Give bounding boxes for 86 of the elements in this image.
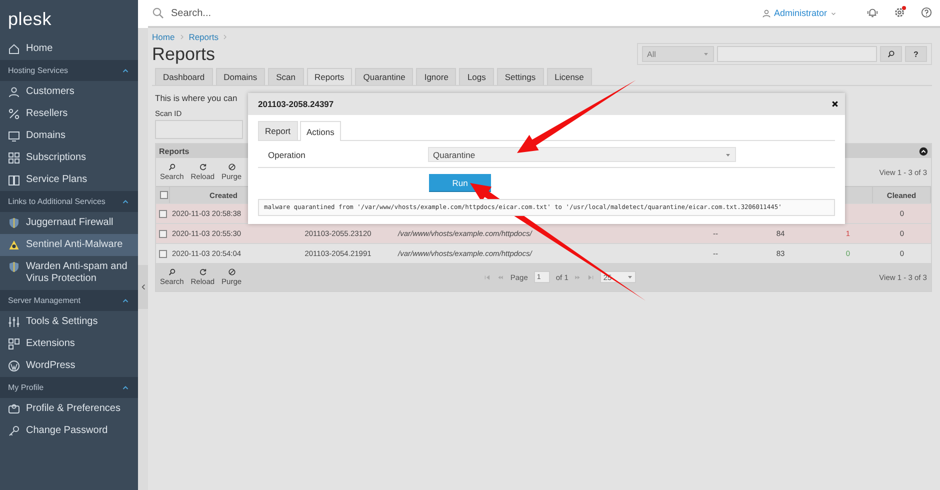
section-heading: My Profile	[8, 383, 44, 392]
section-heading: Hosting Services	[8, 66, 68, 75]
shield-icon	[8, 217, 20, 229]
input-field[interactable]	[155, 120, 243, 139]
bell-icon[interactable]	[867, 6, 878, 18]
nav-item[interactable]: Service Plans	[0, 169, 138, 191]
tab[interactable]: Domains	[216, 68, 266, 85]
gear-icon[interactable]	[894, 6, 905, 18]
shield-icon	[8, 261, 20, 273]
nav-item[interactable]: Change Password	[0, 420, 138, 442]
field-label: Operation	[268, 150, 306, 160]
last-page-icon	[587, 274, 594, 280]
panel-title: Reports	[159, 146, 190, 156]
tab[interactable]: Scan	[268, 68, 304, 85]
tab[interactable]: Quarantine	[355, 68, 414, 85]
tab[interactable]: Actions	[300, 121, 342, 141]
checkbox[interactable]	[160, 191, 168, 199]
caret-icon	[627, 274, 634, 280]
nav-item[interactable]: Domains	[0, 125, 138, 147]
checkbox[interactable]	[159, 250, 167, 258]
search-icon	[168, 268, 176, 276]
nav-item[interactable]: Customers	[0, 81, 138, 103]
search-field[interactable]: Search...	[169, 6, 373, 20]
nav-item[interactable]: Profile & Preferences	[0, 398, 138, 420]
nav-item[interactable]: Subscriptions	[0, 147, 138, 169]
dialog-title: 201103-2058.24397	[258, 99, 334, 109]
previous-page-icon	[497, 274, 504, 280]
tab[interactable]: Dashboard	[155, 68, 213, 85]
intro-text: This is where you can	[155, 93, 238, 103]
chevron-icon	[178, 34, 185, 40]
grid-icon	[8, 152, 20, 164]
blocks-icon	[8, 338, 20, 350]
tab[interactable]: Settings	[496, 68, 544, 85]
nav-item[interactable]: Juggernaut Firewall	[0, 212, 138, 234]
checkbox[interactable]	[159, 210, 167, 218]
nav-item[interactable]: Sentinel Anti-Malware	[0, 234, 138, 256]
user-menu[interactable]: Administrator	[762, 8, 837, 18]
page-title: Reports	[152, 43, 216, 65]
tab[interactable]: Logs	[459, 68, 494, 85]
nav-item[interactable]: Home	[0, 38, 138, 60]
nav-item[interactable]: Extensions	[0, 333, 138, 355]
percent-icon	[8, 108, 20, 120]
caret-icon	[703, 51, 709, 57]
book-icon	[8, 174, 20, 186]
section-heading: Server Management	[8, 296, 80, 305]
tab[interactable]: Ignore	[416, 68, 456, 85]
reload-icon	[198, 268, 207, 276]
logo: plesk	[8, 8, 52, 30]
search-icon	[152, 7, 164, 19]
sliders-icon	[8, 316, 20, 328]
checkbox[interactable]	[159, 230, 167, 238]
prohibited-icon	[228, 268, 236, 276]
section-heading: Links to Additional Services	[8, 197, 106, 206]
operation-select[interactable]: Quarantine	[428, 147, 736, 162]
key-icon	[8, 425, 20, 437]
close-button[interactable]	[831, 100, 839, 108]
help-icon[interactable]	[921, 6, 932, 18]
nav-item[interactable]: Warden Anti-spam and Virus Protection	[0, 256, 138, 290]
first-page-icon	[484, 274, 492, 280]
tab[interactable]: License	[546, 68, 592, 85]
nav-item[interactable]: Resellers	[0, 103, 138, 125]
tab[interactable]: Report	[258, 121, 298, 140]
wordpress-icon	[8, 360, 20, 372]
nav-item[interactable]: WordPress	[0, 355, 138, 377]
nav-item[interactable]: Tools & Settings	[0, 311, 138, 333]
reload-icon	[198, 163, 207, 171]
search-icon	[168, 163, 176, 171]
collapse-handle[interactable]	[138, 265, 148, 309]
close-icon	[831, 100, 839, 108]
prohibited-icon	[228, 163, 236, 171]
search-button[interactable]	[880, 46, 902, 62]
caret-icon	[725, 152, 731, 158]
chevron-icon	[222, 34, 228, 40]
filter-input[interactable]	[717, 46, 877, 62]
search-icon	[887, 50, 895, 58]
home-icon	[8, 43, 20, 55]
person-icon	[762, 8, 771, 18]
profile-icon	[8, 403, 20, 415]
collapse-icon[interactable]	[919, 146, 928, 156]
next-page-icon	[574, 274, 582, 280]
chevron-icon	[140, 283, 146, 291]
tab[interactable]: Reports	[306, 68, 352, 85]
bug-icon	[8, 239, 20, 251]
person-icon	[8, 86, 20, 98]
monitor-icon	[8, 130, 20, 142]
help-button[interactable]: ?	[905, 46, 927, 62]
